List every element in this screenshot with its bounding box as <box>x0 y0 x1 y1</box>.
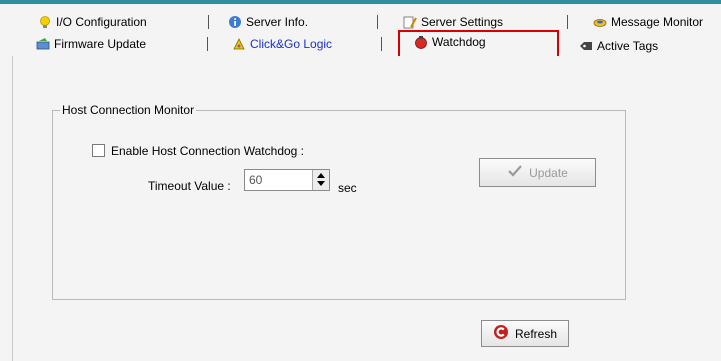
tab-separator <box>567 15 568 29</box>
spinner-buttons[interactable] <box>312 170 329 190</box>
tab-separator <box>207 37 208 51</box>
timeout-unit: sec <box>338 181 357 195</box>
tab-clickgo-logic[interactable]: Click&Go Logic <box>232 35 332 53</box>
tab-label: Firmware Update <box>54 37 147 51</box>
refresh-label: Refresh <box>514 326 558 341</box>
tab-label: I/O Configuration <box>56 15 147 29</box>
tab-label: Click&Go Logic <box>250 37 333 51</box>
tab-server-info[interactable]: Server Info. <box>228 13 308 31</box>
info-icon <box>228 15 242 29</box>
tab-separator <box>208 15 209 29</box>
tab-label: Message Monitor <box>611 15 704 29</box>
tab-io-configuration[interactable]: I/O Configuration <box>38 13 147 31</box>
tab-label: Server Settings <box>421 15 504 29</box>
tab-strip-top-border <box>0 0 721 4</box>
update-label: Update <box>529 165 568 180</box>
monitor-icon <box>593 15 607 29</box>
settings-icon <box>403 15 417 29</box>
watchdog-tab-highlight <box>398 30 559 59</box>
tab-message-monitor[interactable]: Message Monitor <box>593 13 703 31</box>
logic-icon <box>232 37 246 51</box>
spinner-down-icon[interactable] <box>317 181 325 186</box>
host-connection-monitor-group <box>52 110 626 300</box>
refresh-button[interactable]: Refresh <box>481 320 569 347</box>
tab-server-settings[interactable]: Server Settings <box>403 13 503 31</box>
firmware-icon <box>36 37 50 51</box>
group-title: Host Connection Monitor <box>60 103 197 117</box>
update-button[interactable]: Update <box>479 158 596 187</box>
lightbulb-icon <box>38 15 52 29</box>
tab-separator <box>377 15 378 29</box>
tab-active-tags[interactable]: Active Tags <box>579 37 658 55</box>
tab-firmware-update[interactable]: Firmware Update <box>36 35 146 53</box>
tags-icon <box>579 39 593 53</box>
checkmark-icon <box>507 164 523 181</box>
timeout-input[interactable] <box>245 170 311 190</box>
timeout-spinner[interactable] <box>244 169 330 191</box>
tab-separator <box>381 37 382 51</box>
timeout-label: Timeout Value : <box>148 179 231 193</box>
tab-label: Server Info. <box>246 15 309 29</box>
refresh-icon <box>493 324 509 343</box>
tab-label: Active Tags <box>597 39 659 53</box>
enable-watchdog-checkbox[interactable] <box>92 144 105 157</box>
enable-watchdog-label: Enable Host Connection Watchdog : <box>111 144 305 158</box>
spinner-up-icon[interactable] <box>317 173 325 178</box>
